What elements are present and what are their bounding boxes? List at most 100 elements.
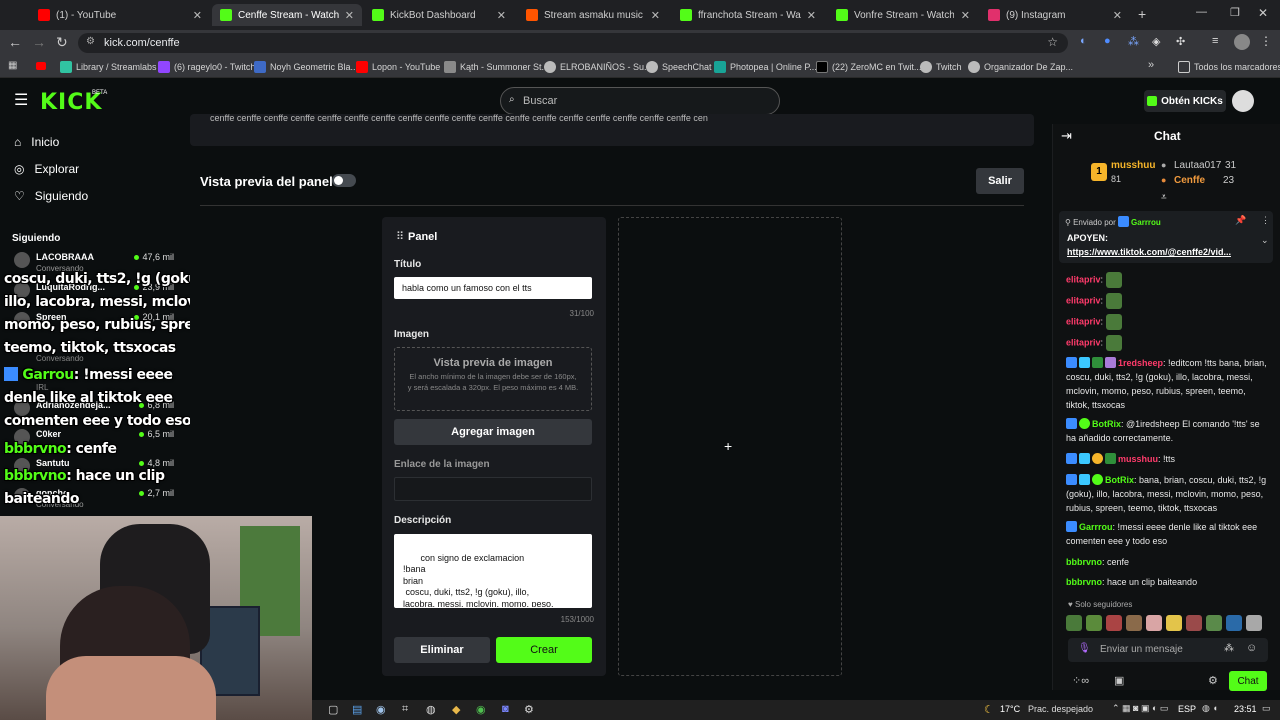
translate-icon[interactable]: ⁂ bbox=[1224, 643, 1234, 654]
tab-ffranchota[interactable]: ffranchota Stream - Watch ✕ bbox=[672, 4, 824, 26]
exit-button[interactable]: Salir bbox=[976, 168, 1024, 194]
settings-gear-icon[interactable]: ⚙ bbox=[1208, 674, 1218, 687]
get-kicks-button[interactable]: Obtén KICKs bbox=[1144, 90, 1226, 112]
site-info-icon[interactable]: ⚙ bbox=[86, 36, 95, 47]
tab-youtube[interactable]: (1) - YouTube ✕ bbox=[30, 4, 210, 26]
tray-icons[interactable]: ⌃ ▦ ◙ ▣ ◐ ▭ bbox=[1112, 703, 1168, 714]
file-explorer-icon[interactable]: ▤ bbox=[352, 703, 362, 716]
description-textarea[interactable]: con signo de exclamacion !bana brian cos… bbox=[394, 534, 592, 608]
bookmark-item[interactable]: Kąth - Summoner St... bbox=[444, 59, 549, 75]
minimize-button[interactable]: — bbox=[1196, 6, 1207, 18]
close-icon[interactable]: ✕ bbox=[807, 9, 816, 22]
chat-input[interactable]: 🎙 Enviar un mensaje ⁂ ☺ bbox=[1068, 638, 1268, 662]
title-input[interactable]: habla como un famoso con el tts bbox=[394, 277, 592, 299]
all-bookmarks-folder[interactable]: Todos los marcadores bbox=[1178, 59, 1280, 75]
tab-cenffe[interactable]: Cenffe Stream - Watch Live on Kick ✕ bbox=[212, 4, 362, 26]
expand-leaderboard-icon[interactable]: ⩡ bbox=[1161, 192, 1167, 203]
points-icon[interactable]: ⁘∞ bbox=[1072, 674, 1089, 687]
extensions-puzzle-icon[interactable]: ✣ bbox=[1176, 35, 1185, 48]
bookmark-star-icon[interactable]: ☆ bbox=[1047, 35, 1058, 49]
close-window-button[interactable]: ✕ bbox=[1258, 6, 1268, 20]
close-icon[interactable]: ✕ bbox=[961, 9, 970, 22]
store-icon[interactable]: ▣ bbox=[1114, 674, 1124, 687]
pinned-link[interactable]: https://www.tiktok.com/@cenffe2/vid... bbox=[1067, 247, 1231, 257]
leader-name[interactable]: Lautaa017 bbox=[1174, 160, 1221, 171]
send-chat-button[interactable]: Chat bbox=[1229, 671, 1267, 691]
chevron-down-icon[interactable]: ⌄ bbox=[1261, 235, 1269, 246]
tab-search-icon[interactable]: ≡ bbox=[1212, 35, 1218, 47]
tab-kickbot[interactable]: KickBot Dashboard ✕ bbox=[364, 4, 514, 26]
extension-icon[interactable]: ● bbox=[1104, 35, 1111, 47]
pin-icon[interactable]: 📌 bbox=[1235, 215, 1246, 226]
bookmark-item[interactable]: Organizador De Zap... bbox=[968, 59, 1073, 75]
leader-name[interactable]: Cenffe bbox=[1174, 175, 1205, 186]
task-view-icon[interactable]: ▢ bbox=[328, 703, 338, 716]
emote-icon[interactable] bbox=[1106, 615, 1122, 631]
extension-icon[interactable]: ◈ bbox=[1152, 35, 1160, 48]
close-icon[interactable]: ✕ bbox=[1113, 9, 1122, 22]
bookmark-item[interactable]: ELROBANIÑOS - Su... bbox=[544, 59, 652, 75]
app-icon[interactable]: ◆ bbox=[452, 703, 460, 716]
url-bar[interactable]: ⚙ kick.com/cenffe ☆ bbox=[78, 33, 1068, 53]
nav-home[interactable]: ⌂ Inicio bbox=[14, 132, 59, 152]
drag-handle-icon[interactable]: ⠿ bbox=[396, 230, 404, 243]
emote-icon[interactable] bbox=[1186, 615, 1202, 631]
more-bookmarks-icon[interactable]: » bbox=[1148, 59, 1154, 71]
app-icon[interactable]: ⚙ bbox=[524, 703, 534, 716]
bookmark-item[interactable]: Library / Streamlabs bbox=[60, 59, 157, 75]
bookmark-item[interactable]: Twitch bbox=[920, 59, 962, 75]
tab-stream-asmaku[interactable]: Stream asmaku music | Listen ✕ bbox=[518, 4, 668, 26]
emote-icon[interactable] bbox=[1066, 615, 1082, 631]
emote-icon[interactable] bbox=[1206, 615, 1222, 631]
nav-explore[interactable]: ◎ Explorar bbox=[14, 159, 79, 179]
steam-icon[interactable]: ◉ bbox=[376, 703, 386, 716]
extension-icon[interactable]: ◐ bbox=[1080, 35, 1087, 47]
new-tab-button[interactable]: + bbox=[1138, 6, 1146, 22]
bookmark-item[interactable]: SpeechChat bbox=[646, 59, 712, 75]
notifications-icon[interactable]: ▭ bbox=[1262, 703, 1271, 714]
restore-button[interactable]: ❐ bbox=[1230, 6, 1240, 19]
profile-avatar[interactable] bbox=[1234, 34, 1250, 50]
more-options-icon[interactable]: ⋮ bbox=[1261, 215, 1270, 226]
hamburger-menu-icon[interactable]: ☰ bbox=[14, 90, 28, 110]
emote-icon[interactable] bbox=[1246, 615, 1262, 631]
more-menu-icon[interactable]: ⋮ bbox=[1260, 34, 1272, 48]
create-button[interactable]: Crear bbox=[496, 637, 592, 663]
leader-name[interactable]: musshuu bbox=[1111, 160, 1155, 171]
emote-icon[interactable] bbox=[1126, 615, 1142, 631]
reload-icon[interactable]: ↻ bbox=[56, 34, 68, 51]
bookmark-item[interactable]: Photopea | Online P... bbox=[714, 59, 817, 75]
forward-icon[interactable]: → bbox=[32, 34, 46, 50]
tab-vonfre[interactable]: Vonfre Stream - Watch Live ✕ bbox=[828, 4, 978, 26]
discord-icon[interactable]: ◙ bbox=[502, 703, 509, 715]
weather-temp[interactable]: 17°C bbox=[1000, 704, 1020, 714]
image-drop-zone[interactable]: Vista previa de imagen El ancho mínimo d… bbox=[394, 347, 592, 411]
emote-icon[interactable] bbox=[1146, 615, 1162, 631]
bookmark-item[interactable]: (22) ZeroMC en Twit... bbox=[816, 59, 921, 75]
obs-icon[interactable]: ◍ bbox=[426, 703, 436, 716]
close-icon[interactable]: ✕ bbox=[345, 9, 354, 22]
translate-icon[interactable]: ⁂ bbox=[1128, 35, 1139, 48]
tab-instagram[interactable]: (9) Instagram ✕ bbox=[980, 4, 1130, 26]
collapse-chat-icon[interactable]: ⇥ bbox=[1061, 128, 1072, 144]
delete-button[interactable]: Eliminar bbox=[394, 637, 490, 663]
emote-icon[interactable] bbox=[1226, 615, 1242, 631]
emoji-icon[interactable]: ☺ bbox=[1246, 642, 1257, 654]
panel-preview-toggle[interactable] bbox=[332, 174, 356, 187]
nav-following[interactable]: ♡ Siguiendo bbox=[14, 186, 88, 206]
youtube-icon[interactable] bbox=[36, 62, 46, 70]
close-icon[interactable]: ✕ bbox=[193, 9, 202, 22]
emote-icon[interactable] bbox=[1166, 615, 1182, 631]
add-panel-slot[interactable]: + bbox=[618, 217, 842, 676]
network-volume-icons[interactable]: ◍ ◖ bbox=[1202, 703, 1218, 714]
language-indicator[interactable]: ESP bbox=[1178, 704, 1196, 714]
clock[interactable]: 23:51 bbox=[1234, 704, 1257, 714]
search-input[interactable]: ⌕ Buscar bbox=[500, 87, 780, 115]
bookmark-item[interactable]: Lopon - YouTube bbox=[356, 59, 440, 75]
user-avatar[interactable] bbox=[1232, 90, 1254, 112]
emote-icon[interactable] bbox=[1086, 615, 1102, 631]
microphone-icon[interactable]: 🎙 bbox=[1078, 643, 1091, 654]
chrome-icon[interactable]: ◉ bbox=[476, 703, 486, 716]
add-image-button[interactable]: Agregar imagen bbox=[394, 419, 592, 445]
bookmark-item[interactable]: (6) rageylo0 - Twitch bbox=[158, 59, 255, 75]
